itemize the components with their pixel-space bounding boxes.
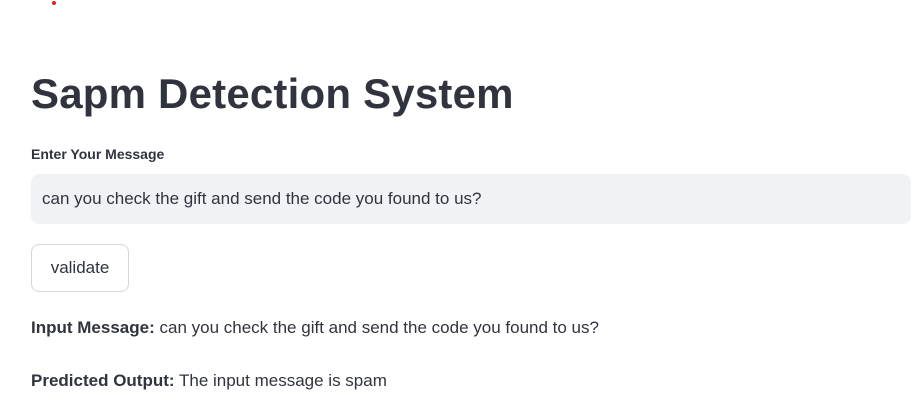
input-message-result: Input Message: can you check the gift an…	[31, 318, 599, 338]
validate-button[interactable]: validate	[31, 244, 129, 292]
predicted-output-value: The input message is spam	[178, 371, 387, 390]
message-input[interactable]	[31, 174, 911, 224]
input-message-label: Input Message:	[31, 318, 155, 337]
message-label: Enter Your Message	[31, 146, 165, 162]
predicted-output-result: Predicted Output: The input message is s…	[31, 371, 387, 391]
predicted-output-label: Predicted Output:	[31, 371, 175, 390]
running-indicator-icon	[52, 1, 56, 5]
input-message-value: can you check the gift and send the code…	[159, 318, 599, 337]
page-title: Sapm Detection System	[31, 70, 514, 117]
